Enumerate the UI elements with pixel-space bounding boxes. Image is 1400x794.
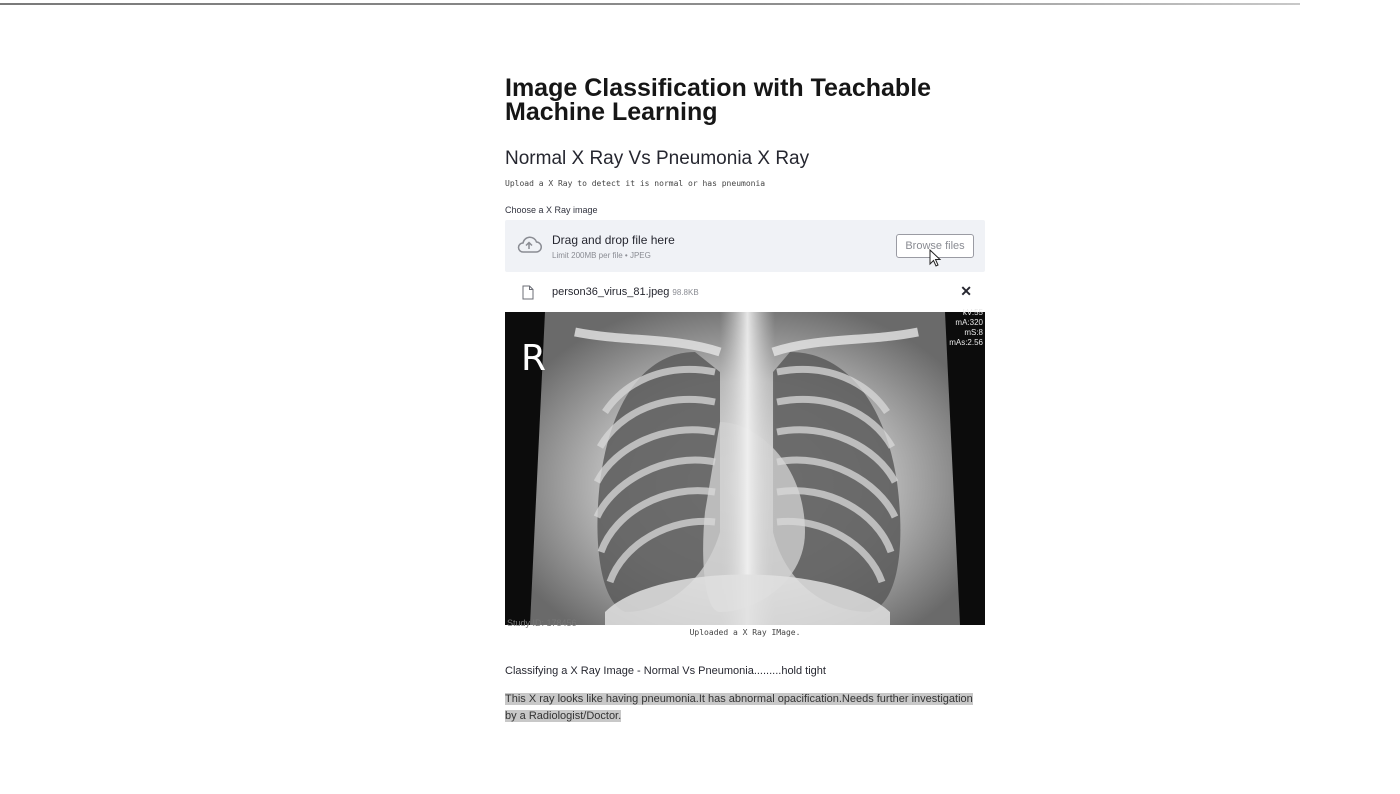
file-dropzone[interactable]: Drag and drop file here Limit 200MB per … bbox=[505, 220, 985, 272]
xray-setting-kv: kV:55 bbox=[962, 308, 983, 317]
xray-image-graphic bbox=[505, 312, 985, 625]
xray-exposure-settings: kV:55 mA:320 mS:8 mAs:2.56 bbox=[949, 308, 983, 348]
image-caption: Uploaded a X Ray IMage. bbox=[689, 628, 801, 637]
xray-image: R kV:55 mA:320 mS:8 mAs:2.56 Study ID: 1… bbox=[505, 308, 985, 628]
close-icon[interactable]: ✕ bbox=[960, 283, 972, 300]
dropzone-title: Drag and drop file here bbox=[552, 233, 675, 247]
page-title: Image Classification with Teachable Mach… bbox=[505, 74, 932, 126]
uploader-label: Choose a X Ray image bbox=[505, 205, 598, 215]
uploaded-file-name: person36_virus_81.jpeg 98.8KB bbox=[552, 286, 699, 298]
upload-instructions: Upload a X Ray to detect it is normal or… bbox=[505, 179, 766, 188]
result-line-2: by a Radiologist/Doctor. bbox=[505, 710, 622, 722]
xray-setting-mas: mAs:2.56 bbox=[949, 338, 983, 347]
file-name-text: person36_virus_81.jpeg bbox=[552, 286, 670, 298]
mouse-pointer-icon bbox=[929, 249, 942, 267]
page-subheader: Normal X Ray Vs Pneumonia X Ray bbox=[505, 148, 810, 169]
xray-study-id: Study ID: 178456 bbox=[507, 618, 577, 628]
classifying-status: Classifying a X Ray Image - Normal Vs Pn… bbox=[505, 665, 826, 677]
uploaded-file-row: person36_virus_81.jpeg 98.8KB ✕ bbox=[505, 272, 985, 312]
xray-side-marker: R bbox=[521, 338, 547, 379]
cloud-upload-icon bbox=[517, 236, 542, 253]
dropzone-limit: Limit 200MB per file • JPEG bbox=[552, 251, 651, 260]
result-line-1: This X ray looks like having pneumonia.I… bbox=[505, 693, 973, 705]
top-decoration-bar bbox=[0, 3, 1300, 5]
classification-result: This X ray looks like having pneumonia.I… bbox=[505, 691, 985, 725]
main-content: Image Classification with Teachable Mach… bbox=[505, 76, 985, 725]
file-icon bbox=[522, 285, 534, 300]
xray-setting-ms: mS:8 bbox=[964, 328, 983, 337]
file-size: 98.8KB bbox=[672, 288, 699, 297]
xray-setting-ma: mA:320 bbox=[955, 318, 983, 327]
